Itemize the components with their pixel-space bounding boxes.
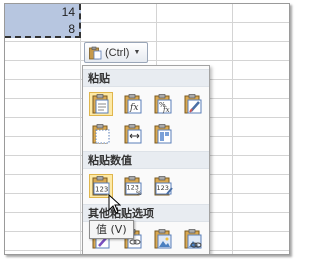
paste-options-button[interactable]: (Ctrl) ▼ bbox=[84, 42, 148, 63]
chevron-down-icon: ▼ bbox=[133, 49, 141, 56]
svg-text:fx: fx bbox=[129, 103, 138, 113]
picture-button[interactable] bbox=[151, 227, 175, 251]
values-source-formatting-icon: 123 bbox=[154, 176, 173, 196]
values-number-format-icon: 123 % bbox=[124, 176, 142, 197]
keep-column-widths-icon bbox=[124, 124, 142, 144]
picture-icon bbox=[154, 229, 172, 249]
paste-icon bbox=[92, 94, 109, 114]
tooltip-values: 值 (V) bbox=[89, 220, 134, 239]
svg-text:%: % bbox=[136, 190, 142, 197]
no-borders-button[interactable] bbox=[89, 122, 113, 146]
values-number-format-button[interactable]: 123 % bbox=[121, 174, 145, 198]
cell-value[interactable]: 8 bbox=[68, 22, 75, 36]
svg-text:fx: fx bbox=[162, 106, 170, 114]
no-borders-icon bbox=[92, 124, 110, 144]
paste-formulas-number-format-button[interactable]: % fx bbox=[151, 92, 175, 116]
paste-formulas-number-format-icon: % fx bbox=[154, 94, 172, 114]
mouse-cursor-icon bbox=[108, 194, 121, 214]
paste-options-label: (Ctrl) bbox=[105, 46, 130, 59]
section-paste-values-title: 粘贴数值 bbox=[83, 151, 209, 169]
cell-value[interactable]: 14 bbox=[62, 5, 75, 19]
copied-cell-range[interactable]: 14 8 bbox=[5, 4, 81, 38]
keep-source-formatting-icon bbox=[184, 94, 202, 114]
clipboard-icon bbox=[89, 46, 102, 59]
svg-text:123: 123 bbox=[95, 186, 108, 194]
transpose-button[interactable] bbox=[151, 122, 175, 146]
spreadsheet-window: 14 8 (Ctrl) ▼ 粘贴 fx % fx 粘贴数值 123 123 % … bbox=[4, 3, 290, 255]
paste-button[interactable] bbox=[89, 92, 113, 116]
paste-formulas-button[interactable]: fx bbox=[121, 92, 145, 116]
linked-picture-button[interactable] bbox=[181, 227, 205, 251]
svg-text:123: 123 bbox=[157, 184, 169, 192]
section-paste-title: 粘贴 bbox=[83, 69, 209, 87]
values-source-formatting-button[interactable]: 123 bbox=[151, 174, 175, 198]
transpose-icon bbox=[154, 124, 172, 144]
paste-formulas-icon: fx bbox=[124, 94, 142, 114]
keep-column-widths-button[interactable] bbox=[121, 122, 145, 146]
linked-picture-icon bbox=[184, 229, 202, 249]
keep-source-formatting-button[interactable] bbox=[181, 92, 205, 116]
